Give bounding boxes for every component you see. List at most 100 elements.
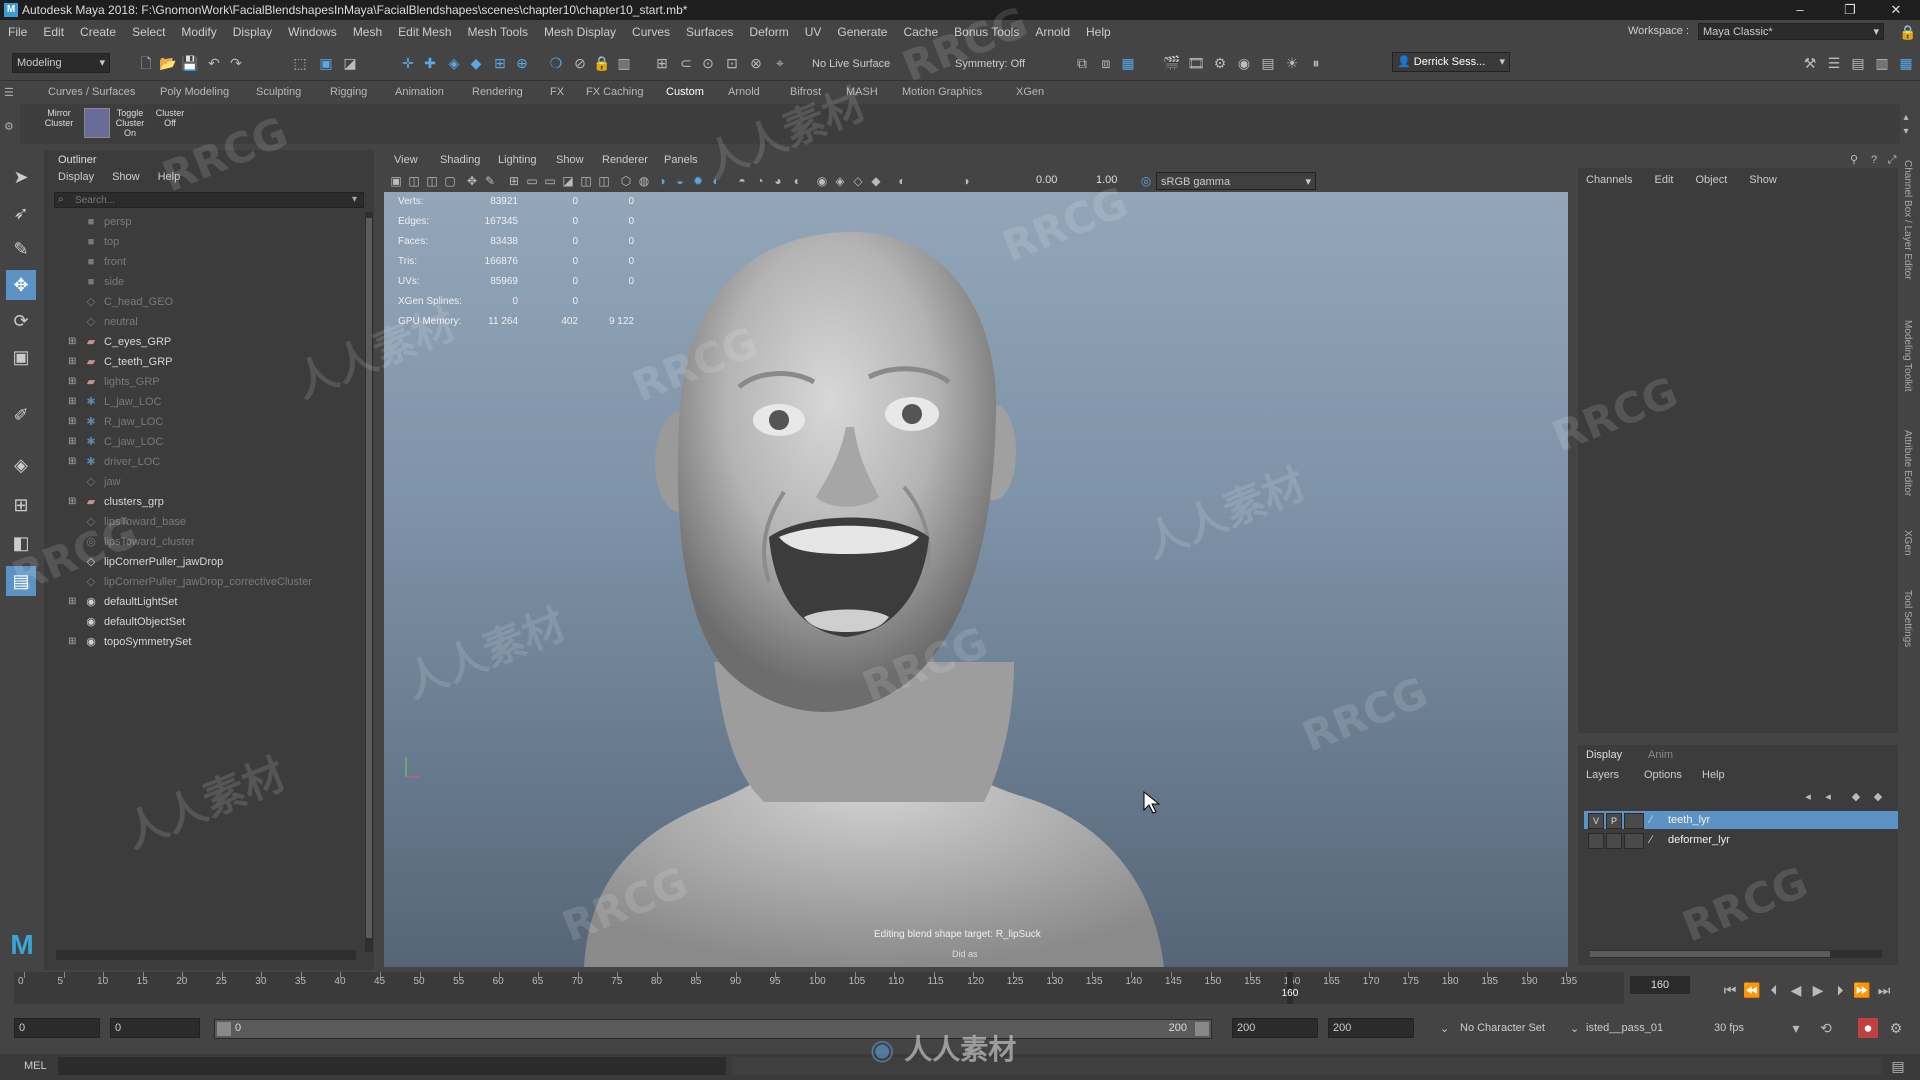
expand-icon[interactable]: ⊞: [68, 432, 78, 452]
depth-of-field-icon[interactable]: ◖: [786, 171, 806, 191]
shelf-tab-bifrost[interactable]: Bifrost: [790, 86, 821, 98]
shelf-scroll-down-icon[interactable]: ▾: [1896, 122, 1916, 142]
two-d-pan-zoom-icon[interactable]: ✥: [462, 171, 482, 191]
step-back-frame-icon[interactable]: ⏴: [1764, 980, 1784, 1000]
go-to-end-icon[interactable]: ⏭: [1874, 980, 1894, 1000]
snap-point-icon[interactable]: ⊙: [698, 53, 718, 73]
channel-box-pin-icon[interactable]: ⚲: [1844, 150, 1864, 170]
minimize-button[interactable]: –: [1780, 0, 1820, 20]
menu-file[interactable]: File: [0, 20, 35, 44]
outliner-row[interactable]: ◎ lipsToward_cluster: [44, 532, 364, 552]
color-management-icon[interactable]: ◎: [1136, 171, 1156, 191]
gamma-icon[interactable]: ◑: [956, 171, 976, 191]
hypershade-icon[interactable]: ◉: [1234, 53, 1254, 73]
textured-icon[interactable]: ◒: [670, 171, 690, 191]
exposure-field[interactable]: 0.00: [1036, 174, 1057, 186]
outliner-vertical-scrollbar[interactable]: [365, 212, 373, 952]
shelf-tab-rigging[interactable]: Rigging: [330, 86, 367, 98]
select-deformations-icon[interactable]: ⊞: [490, 53, 510, 73]
shelf-tab-mash[interactable]: MASH: [846, 86, 878, 98]
expand-icon[interactable]: ⊞: [68, 412, 78, 432]
snap-together-icon[interactable]: ⌖: [770, 53, 790, 73]
toggle-tool-settings-icon[interactable]: ▤: [1848, 53, 1868, 73]
anim-layer-dropdown[interactable]: isted__pass_01: [1586, 1022, 1663, 1034]
move-layer-down-icon[interactable]: ◂: [1818, 787, 1838, 807]
select-rendering-icon[interactable]: ❍: [546, 53, 566, 73]
maximize-button[interactable]: ❐: [1830, 0, 1870, 20]
xray-components-icon[interactable]: ◆: [866, 171, 886, 191]
undo-icon[interactable]: ↶: [204, 53, 224, 73]
select-component-icon[interactable]: ◪: [340, 53, 360, 73]
select-tool-icon[interactable]: ➤: [6, 162, 36, 192]
shelf-tab-sculpting[interactable]: Sculpting: [256, 86, 301, 98]
menu-set-dropdown[interactable]: Modeling ▾: [12, 53, 110, 73]
expand-icon[interactable]: ⊞: [68, 372, 78, 392]
time-slider[interactable]: 0 5 10 15 20 25 30 35 40 45 50 55 60 65 70 75 80 85 90 95 10…: [14, 972, 1624, 1004]
snap-live-icon[interactable]: ⊗: [746, 53, 766, 73]
redo-icon[interactable]: ↷: [226, 53, 246, 73]
play-forward-icon[interactable]: ▶: [1808, 980, 1828, 1000]
menu-create[interactable]: Create: [72, 20, 124, 44]
expand-icon[interactable]: ⊞: [68, 352, 78, 372]
layer-color-icon[interactable]: ⁄: [1650, 831, 1652, 849]
scale-tool-icon[interactable]: ▣: [6, 342, 36, 372]
film-gate-icon[interactable]: ▭: [522, 171, 542, 191]
menu-generate[interactable]: Generate: [829, 20, 895, 44]
toggle-outliner-icon[interactable]: ▦: [1896, 53, 1916, 73]
auto-key-icon[interactable]: ⏺: [1858, 1018, 1878, 1038]
range-end-handle[interactable]: [1195, 1022, 1209, 1036]
field-chart-icon[interactable]: ◫: [576, 171, 596, 191]
outliner-row[interactable]: ◉ defaultObjectSet: [44, 612, 364, 632]
outliner-row[interactable]: ⊞ ▰ C_eyes_GRP: [44, 332, 364, 352]
side-tab-attribute-editor[interactable]: Attribute Editor: [1902, 430, 1913, 496]
channel-box-menu-object[interactable]: Object: [1695, 174, 1727, 186]
shelf-tab-animation[interactable]: Animation: [395, 86, 444, 98]
expand-icon[interactable]: ⊞: [68, 332, 78, 352]
shelf-tab-curves-surfaces[interactable]: Curves / Surfaces: [48, 86, 135, 98]
ambient-occlusion-icon[interactable]: ◓: [732, 171, 752, 191]
pause-viewport-icon[interactable]: ⏸: [1306, 53, 1326, 73]
expand-icon[interactable]: ⊞: [68, 392, 78, 412]
outliner-menu-show[interactable]: Show: [112, 171, 140, 183]
use-all-lights-icon[interactable]: ✹: [688, 171, 708, 191]
layer-display-type-toggle[interactable]: [1624, 813, 1644, 829]
outliner-row[interactable]: ⊞ ◉ topoSymmetrySet: [44, 632, 364, 652]
layer-playback-toggle[interactable]: P: [1606, 813, 1622, 829]
bookmarks-icon[interactable]: ◫: [422, 171, 442, 191]
channel-box-menu-show[interactable]: Show: [1749, 174, 1777, 186]
select-dynamics-icon[interactable]: ⊕: [512, 53, 532, 73]
menu-mesh-tools[interactable]: Mesh Tools: [460, 20, 536, 44]
viewport-menu-shading[interactable]: Shading: [440, 154, 480, 166]
layer-menu-layers[interactable]: Layers: [1586, 769, 1619, 781]
play-backward-icon[interactable]: ◀: [1786, 980, 1806, 1000]
layer-color-icon[interactable]: ⁄: [1650, 811, 1652, 829]
channel-box-menu-edit[interactable]: Edit: [1654, 174, 1673, 186]
custom-shelf-icon[interactable]: [84, 108, 110, 138]
outliner-row[interactable]: ◇ lipCornerPuller_jawDrop_correctiveClust…: [44, 572, 364, 592]
menu-deform[interactable]: Deform: [741, 20, 796, 44]
expand-icon[interactable]: ⊞: [68, 492, 78, 512]
current-frame-field[interactable]: 160: [1630, 976, 1690, 994]
lasso-tool-icon[interactable]: ➶: [6, 198, 36, 228]
outliner-horizontal-scrollbar[interactable]: [56, 950, 356, 960]
menu-surfaces[interactable]: Surfaces: [678, 20, 741, 44]
save-scene-icon[interactable]: 💾: [180, 53, 200, 73]
menu-arnold[interactable]: Arnold: [1027, 20, 1078, 44]
live-surface-label[interactable]: No Live Surface: [812, 58, 890, 70]
construction-history-icon[interactable]: ⧉: [1072, 53, 1092, 73]
open-scene-icon[interactable]: 📂: [158, 53, 178, 73]
layer-visibility-toggle[interactable]: V: [1588, 813, 1604, 829]
fps-chevron-icon[interactable]: ▾: [1786, 1018, 1806, 1038]
move-tool-icon[interactable]: ✥: [6, 270, 36, 300]
cluster-off-button[interactable]: Cluster Off: [150, 108, 190, 128]
menu-select[interactable]: Select: [124, 20, 173, 44]
range-end-field[interactable]: 200: [1232, 1018, 1318, 1038]
lock-icon[interactable]: 🔒: [1898, 22, 1918, 42]
outliner-row[interactable]: ⊞ ✱ C_jaw_LOC: [44, 432, 364, 452]
viewport-menu-panels[interactable]: Panels: [664, 154, 698, 166]
close-button[interactable]: ✕: [1876, 0, 1916, 20]
outliner-row[interactable]: ■ side: [44, 272, 364, 292]
menu-curves[interactable]: Curves: [624, 20, 678, 44]
anti-aliasing-icon[interactable]: ◕: [768, 171, 788, 191]
viewport-menu-renderer[interactable]: Renderer: [602, 154, 648, 166]
